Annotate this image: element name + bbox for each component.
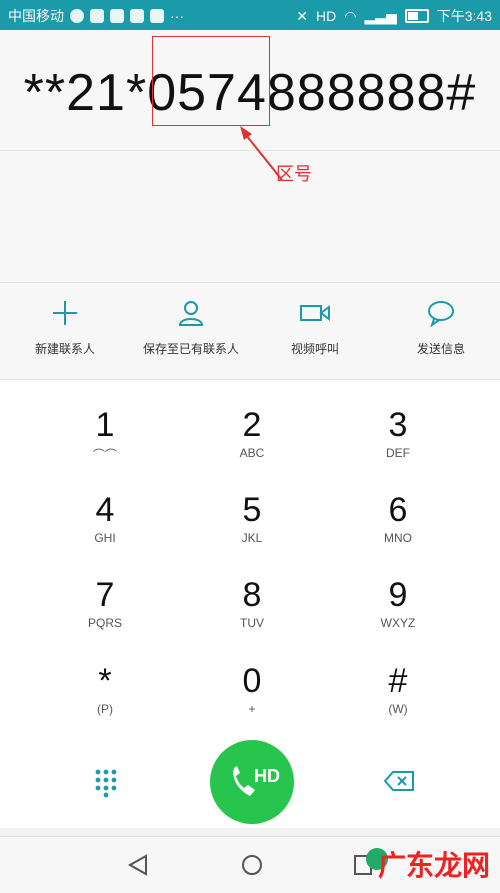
new-contact-label: 新建联系人 bbox=[34, 342, 95, 356]
message-icon bbox=[428, 301, 454, 328]
person-icon bbox=[178, 301, 204, 326]
key-4[interactable]: 4 GHI bbox=[45, 491, 165, 575]
key-digit: 2 bbox=[242, 406, 262, 444]
home-icon[interactable] bbox=[240, 853, 268, 877]
video-call-label: 视频呼叫 bbox=[290, 342, 339, 356]
key-digit: 6 bbox=[388, 491, 408, 529]
wifi-icon: ◠ bbox=[344, 7, 357, 24]
key-digit: # bbox=[388, 662, 408, 700]
key-1[interactable]: 1 ⌒⌒ bbox=[45, 406, 165, 490]
key-letters: ABC bbox=[239, 446, 265, 460]
voicemail-icon: ⌒⌒ bbox=[92, 448, 117, 462]
key-letters: JKL bbox=[241, 531, 263, 545]
key-letters: (W) bbox=[388, 702, 408, 716]
key-digit: 0 bbox=[242, 662, 262, 700]
carrier-label: 中国移动 bbox=[8, 8, 64, 24]
key-letters: WXYZ bbox=[380, 616, 416, 630]
new-contact-button[interactable]: 新建联系人 bbox=[0, 299, 130, 357]
key-digit: 9 bbox=[388, 576, 408, 614]
key-digit: 7 bbox=[95, 576, 115, 614]
key-2[interactable]: 2 ABC bbox=[192, 406, 312, 490]
area-code-annotation: 区号 bbox=[276, 164, 312, 184]
area-code-highlight bbox=[152, 36, 270, 126]
key-digit: * bbox=[98, 662, 112, 700]
back-icon[interactable] bbox=[126, 853, 154, 877]
hd-label: HD bbox=[254, 766, 280, 786]
save-existing-contact-label: 保存至已有联系人 bbox=[142, 342, 239, 356]
app-icon bbox=[90, 9, 104, 23]
action-bar: 新建联系人 保存至已有联系人 视频呼叫 发送信息 bbox=[0, 282, 500, 380]
key-letters: + bbox=[248, 702, 256, 716]
send-message-label: 发送信息 bbox=[416, 342, 465, 356]
mute-icon: ✕ bbox=[296, 7, 308, 24]
key-star[interactable]: * (P) bbox=[45, 662, 165, 746]
key-7[interactable]: 7 PQRS bbox=[45, 576, 165, 660]
status-left: 中国移动 ··· bbox=[8, 6, 184, 26]
status-right: ✕ HD ◠ ▂▃▅ 下午3:43 bbox=[296, 6, 492, 26]
key-letters: (P) bbox=[97, 702, 113, 716]
notification-icon bbox=[150, 9, 164, 23]
key-3[interactable]: 3 DEF bbox=[338, 406, 458, 490]
key-0[interactable]: 0 + bbox=[192, 662, 312, 746]
backspace-icon[interactable] bbox=[383, 770, 415, 792]
key-5[interactable]: 5 JKL bbox=[192, 491, 312, 575]
wechat-icon bbox=[70, 9, 84, 23]
plus-icon bbox=[53, 301, 77, 325]
key-digit: 5 bbox=[242, 491, 262, 529]
hd-call-button[interactable]: HD bbox=[210, 740, 294, 824]
status-bar: 中国移动 ··· ✕ HD ◠ ▂▃▅ 下午3:43 bbox=[0, 0, 500, 30]
dialpad-toggle-icon[interactable] bbox=[94, 768, 120, 798]
key-letters: PQRS bbox=[87, 616, 122, 630]
hd-icon: HD bbox=[315, 8, 337, 24]
key-digit: 8 bbox=[242, 576, 262, 614]
key-digit: 3 bbox=[388, 406, 408, 444]
video-call-button[interactable]: 视频呼叫 bbox=[250, 299, 380, 357]
save-existing-contact-button[interactable]: 保存至已有联系人 bbox=[126, 299, 256, 357]
key-letters: GHI bbox=[94, 531, 116, 545]
video-icon bbox=[300, 305, 330, 321]
key-digit: 4 bbox=[95, 491, 115, 529]
key-6[interactable]: 6 MNO bbox=[338, 491, 458, 575]
key-letters: TUV bbox=[240, 616, 264, 630]
send-message-button[interactable]: 发送信息 bbox=[376, 299, 500, 357]
more-notifications-icon: ··· bbox=[170, 8, 184, 24]
key-hash[interactable]: # (W) bbox=[338, 662, 458, 746]
weibo-icon bbox=[110, 9, 124, 23]
key-8[interactable]: 8 TUV bbox=[192, 576, 312, 660]
video-app-icon bbox=[130, 9, 144, 23]
watermark: 广东龙网 bbox=[377, 850, 490, 881]
key-9[interactable]: 9 WXYZ bbox=[338, 576, 458, 660]
time-label: 下午3:43 bbox=[436, 8, 492, 24]
battery-icon bbox=[404, 9, 429, 23]
key-letters: DEF bbox=[386, 446, 410, 460]
key-digit: 1 bbox=[95, 406, 115, 444]
signal-icon: ▂▃▅ bbox=[364, 7, 397, 24]
key-letters: MNO bbox=[384, 531, 412, 545]
